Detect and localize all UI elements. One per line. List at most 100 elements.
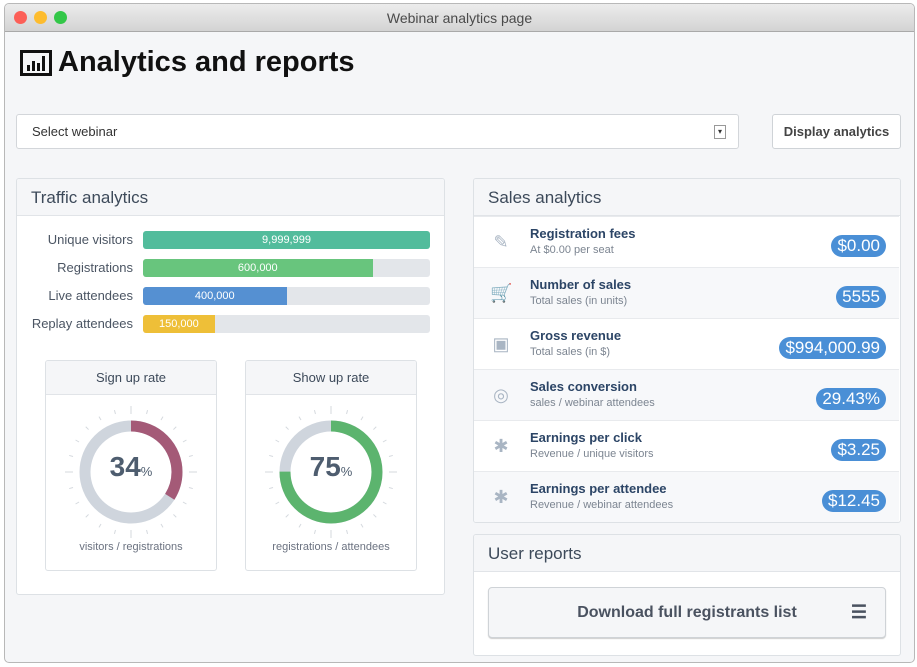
asterisk-icon: ✱: [493, 436, 509, 456]
gauge-tick: [275, 501, 280, 505]
sales-value-badge: $0.00: [831, 235, 886, 257]
sales-row-title: Earnings per click: [530, 430, 642, 445]
sales-row-title: Earnings per attendee: [530, 481, 667, 496]
sales-row: ✱ Earnings per click Revenue / unique vi…: [474, 420, 899, 471]
gauge-tick: [313, 529, 316, 534]
gauge-tick: [75, 501, 80, 505]
gauge-tick: [298, 523, 302, 528]
sales-row-subtitle: Total sales (in units): [530, 295, 628, 307]
gauge-tick: [360, 416, 364, 421]
gauge-tick: [388, 487, 393, 490]
sales-analytics-panel: Sales analytics ✎ Registration fees At $…: [473, 178, 901, 523]
download-registrants-button[interactable]: Download full registrants list ☰: [488, 587, 886, 638]
gauge-caption: registrations / attendees: [272, 541, 390, 553]
minimize-window-button[interactable]: [34, 11, 47, 24]
download-label: Download full registrants list: [577, 604, 797, 621]
sales-row-title: Number of sales: [530, 277, 632, 292]
progress-fill: 400,000: [143, 287, 287, 305]
sales-row: ▣ Gross revenue Total sales (in $) $994,…: [474, 318, 899, 369]
gauge-tick: [313, 410, 316, 415]
gauge-title: Sign up rate: [46, 361, 216, 395]
progress-bar: 9,999,999: [143, 231, 430, 249]
gauge-value: 75%: [309, 451, 353, 482]
gauge-tick: [85, 514, 89, 518]
bar-value: 400,000: [194, 290, 235, 302]
sales-row-subtitle: Revenue / webinar attendees: [530, 499, 674, 511]
asterisk-icon: ✱: [493, 487, 509, 507]
progress-bar: 150,000: [143, 315, 430, 333]
gauge-tick: [98, 523, 102, 528]
gauge-tick: [113, 529, 116, 534]
progress-fill: 600,000: [143, 259, 373, 277]
sales-value-badge: 5555: [836, 286, 886, 308]
gauge-tick: [269, 487, 274, 490]
sales-row-title: Registration fees: [530, 226, 636, 241]
gauge-tick: [275, 439, 280, 443]
zoom-window-button[interactable]: [54, 11, 67, 24]
sales-row: ◎ Sales conversion sales / webinar atten…: [474, 369, 899, 420]
sales-row-subtitle: Revenue / unique visitors: [530, 448, 654, 460]
gauge-tick: [373, 514, 377, 518]
title-bar: Webinar analytics page: [5, 4, 914, 32]
webinar-select[interactable]: Select webinar ▾: [16, 114, 739, 149]
traffic-bar-row: Replay attendees 150,000: [17, 315, 444, 333]
select-arrow-icon: ▾: [714, 125, 726, 139]
show-up-rate-gauge: Show up rate 75% registrations / attende…: [245, 360, 417, 571]
page-title-text: Analytics and reports: [58, 46, 355, 78]
progress-fill: 9,999,999: [143, 231, 430, 249]
user-reports-panel: User reports Download full registrants l…: [473, 534, 901, 656]
gauge-tick: [160, 416, 164, 421]
bar-label: Live attendees: [48, 288, 133, 303]
gauge-tick: [285, 514, 289, 518]
sales-value-badge: $994,000.99: [779, 337, 886, 359]
user-reports-title: User reports: [474, 535, 900, 572]
bar-label: Replay attendees: [31, 316, 133, 331]
window-title: Webinar analytics page: [386, 10, 533, 26]
bar-label: Unique visitors: [47, 232, 133, 247]
gauge-tick: [346, 529, 349, 534]
sales-row: ✎ Registration fees At $0.00 per seat $0…: [474, 216, 899, 267]
sales-value-badge: 29.43%: [816, 388, 886, 410]
bar-value: 9,999,999: [262, 234, 311, 246]
gauge-tick: [298, 416, 302, 421]
page-title: Analytics and reports: [20, 46, 355, 79]
gauge-tick: [113, 410, 116, 415]
sales-value-badge: $3.25: [831, 439, 886, 461]
gauge-tick: [182, 439, 187, 443]
gauge-tick: [160, 523, 164, 528]
sales-row: ✱ Earnings per attendee Revenue / webina…: [474, 471, 899, 522]
progress-fill: 150,000: [143, 315, 215, 333]
sales-row-title: Gross revenue: [530, 328, 622, 343]
target-icon: ◎: [493, 385, 509, 405]
gauge-tick: [373, 426, 377, 430]
sales-analytics-title: Sales analytics: [474, 179, 900, 216]
sales-row-subtitle: sales / webinar attendees: [530, 397, 655, 409]
gauge-tick: [75, 439, 80, 443]
sales-row-subtitle: Total sales (in $): [530, 346, 611, 358]
cart-icon: 🛒: [490, 283, 513, 303]
bar-label: Registrations: [57, 260, 133, 275]
gauge-tick: [182, 501, 187, 505]
close-window-button[interactable]: [14, 11, 27, 24]
traffic-bar-row: Unique visitors 9,999,999: [17, 231, 444, 249]
gauge-tick: [85, 426, 89, 430]
sales-row-subtitle: At $0.00 per seat: [530, 244, 614, 256]
sales-row: 🛒 Number of sales Total sales (in units)…: [474, 267, 899, 318]
gauge-title: Show up rate: [246, 361, 416, 395]
gauge-tick: [98, 416, 102, 421]
app-window: Webinar analytics page Analytics and rep…: [4, 3, 915, 663]
progress-bar: 400,000: [143, 287, 430, 305]
traffic-analytics-title: Traffic analytics: [17, 179, 444, 216]
sales-row-title: Sales conversion: [530, 379, 637, 394]
progress-bar: 600,000: [143, 259, 430, 277]
display-analytics-button[interactable]: Display analytics: [772, 114, 901, 149]
gauge-tick: [346, 410, 349, 415]
money-icon: ▣: [492, 334, 510, 354]
bar-value: 150,000: [158, 318, 199, 330]
gauge-tick: [360, 523, 364, 528]
gauge-tick: [173, 426, 177, 430]
gauge-tick: [146, 410, 149, 415]
traffic-bar-row: Live attendees 400,000: [17, 287, 444, 305]
gauge-tick: [188, 487, 193, 490]
traffic-analytics-panel: Traffic analytics Unique visitors 9,999,…: [16, 178, 445, 595]
